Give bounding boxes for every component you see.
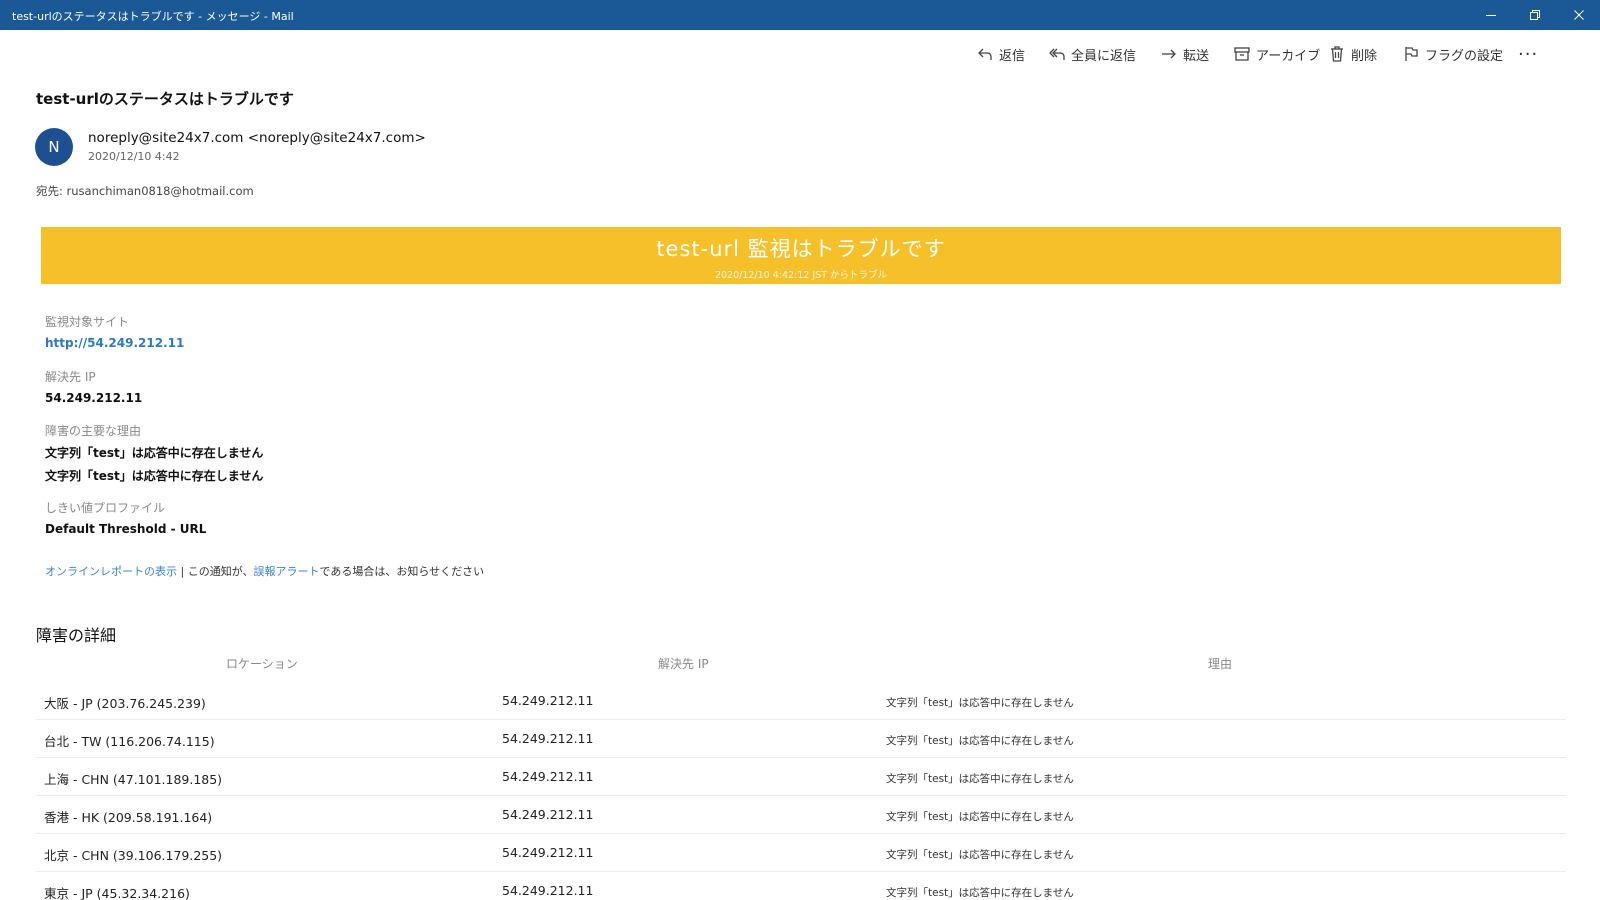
banner-subtitle: 2020/12/10 4:42:12 JST からトラブル bbox=[714, 270, 888, 281]
links-text-1: この通知が、 bbox=[187, 565, 254, 578]
table-row: 北京 - CHN (39.106.179.255) 54.249.212.11 … bbox=[36, 834, 1566, 872]
row-location: 北京 - CHN (39.106.179.255) bbox=[44, 848, 223, 863]
restore-button[interactable] bbox=[1512, 0, 1558, 30]
row-reason: 文字列「test」は応答中に存在しません bbox=[886, 735, 1074, 747]
row-ip: 54.249.212.11 bbox=[502, 845, 594, 860]
header-ip: 解決先 IP bbox=[658, 657, 709, 671]
restore-icon bbox=[1530, 10, 1540, 20]
reason-value-2: 文字列「test」は応答中に存在しません bbox=[45, 469, 264, 483]
table-row: 上海 - CHN (47.101.189.185) 54.249.212.11 … bbox=[36, 758, 1566, 796]
failure-details-title: 障害の詳細 bbox=[36, 626, 117, 645]
site-link[interactable]: http://54.249.212.11 bbox=[45, 336, 184, 350]
archive-icon bbox=[1234, 47, 1250, 61]
delete-button[interactable]: 削除 bbox=[1328, 40, 1377, 68]
reply-all-label: 全員に返信 bbox=[1071, 48, 1137, 64]
sent-date: 2020/12/10 4:42 bbox=[88, 150, 180, 163]
header-location: ロケーション bbox=[226, 657, 298, 671]
threshold-label: しきい値プロファイル bbox=[45, 501, 166, 515]
notification-links: オンラインレポートの表示 | この通知が、誤報アラートである場合は、お知らせくだ… bbox=[45, 563, 484, 579]
minimize-button[interactable] bbox=[1468, 0, 1514, 30]
close-icon bbox=[1574, 10, 1584, 20]
recipient-address[interactable]: rusanchiman0818@hotmail.com bbox=[67, 184, 254, 198]
row-ip: 54.249.212.11 bbox=[502, 769, 594, 784]
ip-label: 解決先 IP bbox=[45, 370, 96, 384]
reply-all-icon bbox=[1049, 48, 1065, 60]
row-location: 香港 - HK (209.58.191.164) bbox=[44, 810, 213, 825]
ip-value: 54.249.212.11 bbox=[45, 391, 143, 405]
sender-address[interactable]: noreply@site24x7.com <noreply@site24x7.c… bbox=[88, 130, 426, 146]
online-report-link[interactable]: オンラインレポートの表示 bbox=[45, 565, 177, 578]
flag-label: フラグの設定 bbox=[1425, 48, 1504, 64]
table-row: 東京 - JP (45.32.34.216) 54.249.212.11 文字列… bbox=[36, 872, 1566, 900]
links-text-3: お知らせください bbox=[396, 565, 485, 578]
threshold-value: Default Threshold - URL bbox=[45, 522, 207, 536]
site-label: 監視対象サイト bbox=[45, 315, 130, 329]
recipient-line: 宛先: rusanchiman0818@hotmail.com bbox=[36, 183, 254, 199]
forward-arrow-icon bbox=[1162, 49, 1176, 59]
reply-button[interactable]: 返信 bbox=[976, 40, 1025, 68]
title-bar: test-urlのステータスはトラブルです - メッセージ - Mail bbox=[0, 0, 1600, 30]
row-reason: 文字列「test」は応答中に存在しません bbox=[886, 773, 1074, 785]
row-location: 東京 - JP (45.32.34.216) bbox=[44, 886, 190, 900]
flag-icon bbox=[1405, 47, 1418, 61]
to-label: 宛先: bbox=[36, 184, 63, 198]
more-options-button[interactable]: ··· bbox=[1518, 40, 1538, 68]
row-reason: 文字列「test」は応答中に存在しません bbox=[886, 887, 1074, 899]
row-location: 大阪 - JP (203.76.245.239) bbox=[44, 696, 206, 711]
row-location: 上海 - CHN (47.101.189.185) bbox=[44, 772, 223, 787]
window-title: test-urlのステータスはトラブルです - メッセージ - Mail bbox=[12, 10, 294, 23]
minimize-icon bbox=[1486, 15, 1496, 16]
table-row: 大阪 - JP (203.76.245.239) 54.249.212.11 文… bbox=[36, 682, 1566, 720]
table-row: 香港 - HK (209.58.191.164) 54.249.212.11 文… bbox=[36, 796, 1566, 834]
table-row: 台北 - TW (116.206.74.115) 54.249.212.11 文… bbox=[36, 720, 1566, 758]
status-banner: test-url 監視はトラブルです 2020/12/10 4:42:12 JS… bbox=[41, 227, 1561, 284]
row-ip: 54.249.212.11 bbox=[502, 731, 594, 746]
banner-title: test-url 監視はトラブルです bbox=[656, 237, 946, 261]
archive-label: アーカイブ bbox=[1256, 48, 1321, 64]
reply-icon bbox=[978, 48, 992, 60]
reason-value-1: 文字列「test」は応答中に存在しません bbox=[45, 446, 264, 460]
links-text-2: である場合は、 bbox=[319, 565, 397, 578]
forward-label: 転送 bbox=[1183, 48, 1210, 64]
links-separator: | bbox=[177, 565, 188, 578]
row-ip: 54.249.212.11 bbox=[502, 693, 594, 708]
row-location: 台北 - TW (116.206.74.115) bbox=[44, 734, 215, 749]
archive-button[interactable]: アーカイブ bbox=[1233, 40, 1320, 68]
message-subject: test-urlのステータスはトラブルです bbox=[36, 90, 294, 108]
header-reason: 理由 bbox=[1208, 657, 1233, 671]
delete-label: 削除 bbox=[1351, 48, 1378, 64]
reply-label: 返信 bbox=[999, 48, 1026, 64]
sender-avatar[interactable]: N bbox=[35, 128, 73, 166]
close-button[interactable] bbox=[1556, 0, 1600, 30]
false-alert-link[interactable]: 誤報アラート bbox=[253, 565, 319, 578]
row-reason: 文字列「test」は応答中に存在しません bbox=[886, 697, 1074, 709]
message-toolbar: 返信 全員に返信 転送 アーカイブ 削除 フラグの設定 ··· bbox=[0, 40, 1600, 68]
reply-all-button[interactable]: 全員に返信 bbox=[1048, 40, 1136, 68]
row-ip: 54.249.212.11 bbox=[502, 883, 594, 898]
row-reason: 文字列「test」は応答中に存在しません bbox=[886, 811, 1074, 823]
flag-button[interactable]: フラグの設定 bbox=[1402, 40, 1503, 68]
trash-icon bbox=[1331, 46, 1343, 62]
row-reason: 文字列「test」は応答中に存在しません bbox=[886, 849, 1074, 861]
reason-label: 障害の主要な理由 bbox=[45, 424, 142, 438]
row-ip: 54.249.212.11 bbox=[502, 807, 594, 822]
forward-button[interactable]: 転送 bbox=[1160, 40, 1209, 68]
